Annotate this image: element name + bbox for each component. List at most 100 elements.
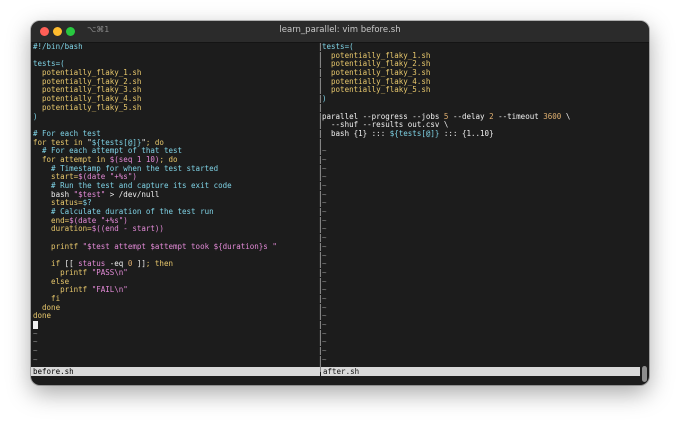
code-token: ; do	[145, 138, 164, 147]
scrollbar-thumb[interactable]	[642, 366, 647, 382]
empty-line-tilde: ~	[322, 268, 327, 277]
code-line: printf "$test attempt $attempt took ${du…	[33, 243, 317, 252]
code-line: ~	[33, 338, 317, 347]
code-token: # For each test	[33, 129, 101, 138]
code-line: potentially_flaky_4.sh	[33, 95, 317, 104]
code-line: for test in "${tests[@]}"; do	[33, 139, 317, 148]
code-token: --timeout	[493, 112, 544, 121]
code-token: ]]	[132, 260, 146, 269]
code-line: # Calculate duration of the test run	[33, 208, 317, 217]
code-line: potentially_flaky_5.sh	[322, 86, 642, 95]
code-token: done	[33, 303, 61, 312]
empty-line-tilde: ~	[322, 251, 327, 260]
empty-line-tilde: ~	[322, 173, 327, 182]
code-line: ~	[322, 182, 642, 191]
code-token: for test in	[33, 138, 88, 147]
code-line: ~	[322, 243, 642, 252]
code-line: done	[33, 312, 317, 321]
code-line: --shuf --results out.csv \	[322, 121, 642, 130]
code-line: ~	[322, 234, 642, 243]
empty-line-tilde: ~	[322, 329, 327, 338]
empty-line-tilde: ~	[322, 190, 327, 199]
code-line: ~	[322, 356, 642, 365]
code-token: $(date "+%s")	[69, 216, 128, 225]
code-token: # Calculate duration of the test run	[33, 208, 214, 217]
code-token: $(seq 1 10)	[109, 155, 160, 164]
code-line: ~	[322, 165, 642, 174]
code-token: bash	[33, 190, 74, 199]
code-line: ~	[322, 156, 642, 165]
code-line: start=$(date "+%s")	[33, 173, 317, 182]
code-line: printf "PASS\n"	[33, 269, 317, 278]
code-line: done	[33, 304, 317, 313]
code-token: ::: {1..10}	[439, 129, 494, 138]
code-line: # For each attempt of that test	[33, 147, 317, 156]
code-line: ~	[322, 286, 642, 295]
code-line: # For each test	[33, 130, 317, 139]
code-line: potentially_flaky_1.sh	[33, 69, 317, 78]
code-token: potentially_flaky_1.sh	[33, 69, 142, 78]
empty-line-tilde: ~	[322, 147, 327, 156]
code-line: potentially_flaky_3.sh	[322, 69, 642, 78]
code-line: parallel --progress --jobs 5 --delay 2 -…	[322, 113, 642, 122]
empty-line-tilde: ~	[322, 234, 327, 243]
code-line: else	[33, 278, 317, 287]
editor-pane-after[interactable]: tests=( potentially_flaky_1.sh potential…	[322, 43, 642, 381]
empty-line-tilde: ~	[322, 355, 327, 364]
code-token: start=	[33, 173, 79, 182]
code-line: ~	[322, 269, 642, 278]
code-token: 3600	[543, 112, 562, 121]
code-line: potentially_flaky_2.sh	[33, 78, 317, 87]
code-token: potentially_flaky_4.sh	[33, 95, 142, 104]
code-token: # Run the test and capture its exit code	[33, 182, 232, 190]
code-line: ~	[322, 260, 642, 269]
code-token: status	[78, 260, 106, 269]
code-token: potentially_flaky_2.sh	[322, 60, 431, 69]
code-token: --shuf --results out.csv \	[322, 121, 449, 130]
code-token: else	[33, 277, 70, 286]
code-token: bash {1} :::	[322, 129, 390, 138]
code-line: ~	[322, 347, 642, 356]
code-line: )	[322, 95, 642, 104]
code-token: [[	[64, 260, 79, 269]
empty-line-tilde: ~	[322, 242, 327, 251]
empty-line-tilde: ~	[322, 182, 327, 190]
empty-line-tilde: ~	[322, 321, 327, 329]
empty-line-tilde: ~	[322, 347, 327, 356]
code-token: > /dev/null	[105, 190, 160, 199]
code-token: # Timestamp for when the test started	[33, 164, 219, 173]
code-token: potentially_flaky_4.sh	[322, 77, 431, 86]
status-line-before: before.sh	[31, 367, 320, 376]
code-token: $((end - start))	[91, 225, 164, 234]
code-line: fi	[33, 295, 317, 304]
code-line: tests=(	[322, 43, 642, 52]
empty-line-tilde: ~	[322, 294, 327, 303]
code-line: ~	[322, 330, 642, 339]
code-line: ~	[322, 225, 642, 234]
code-line: ~	[322, 252, 642, 261]
code-token: for attempt in	[33, 155, 110, 164]
code-line: ~	[322, 217, 642, 226]
terminal-window: ⌥⌘1 learn_parallel: vim before.sh #!/bin…	[31, 21, 649, 385]
code-token: $?	[82, 199, 92, 208]
code-token: $(date "+%s")	[78, 173, 137, 182]
title-bar[interactable]: ⌥⌘1 learn_parallel: vim before.sh	[31, 21, 649, 43]
code-line: for attempt in $(seq 1 10); do	[33, 156, 317, 165]
vertical-split-divider[interactable]: ||||||||||||||||||||||||||||||||||||||	[318, 42, 323, 373]
code-line: potentially_flaky_3.sh	[33, 86, 317, 95]
code-token: printf	[33, 268, 92, 277]
code-line: ~	[322, 147, 642, 156]
code-token: # For each attempt of that test	[33, 147, 183, 156]
code-token: potentially_flaky_3.sh	[322, 69, 431, 78]
code-token: ${tests[@]}	[91, 138, 142, 147]
code-token: status=	[33, 199, 83, 208]
code-token: )	[322, 95, 327, 104]
code-line: bash {1} ::: ${tests[@]} ::: {1..10}	[322, 130, 642, 139]
empty-line-tilde: ~	[322, 216, 327, 225]
code-line: printf "FAIL\n"	[33, 286, 317, 295]
editor-pane-before[interactable]: #!/bin/bash tests=( potentially_flaky_1.s…	[33, 43, 317, 381]
code-token: "$test attempt $attempt took ${duration}…	[82, 242, 277, 251]
code-line: status=$?	[33, 199, 317, 208]
